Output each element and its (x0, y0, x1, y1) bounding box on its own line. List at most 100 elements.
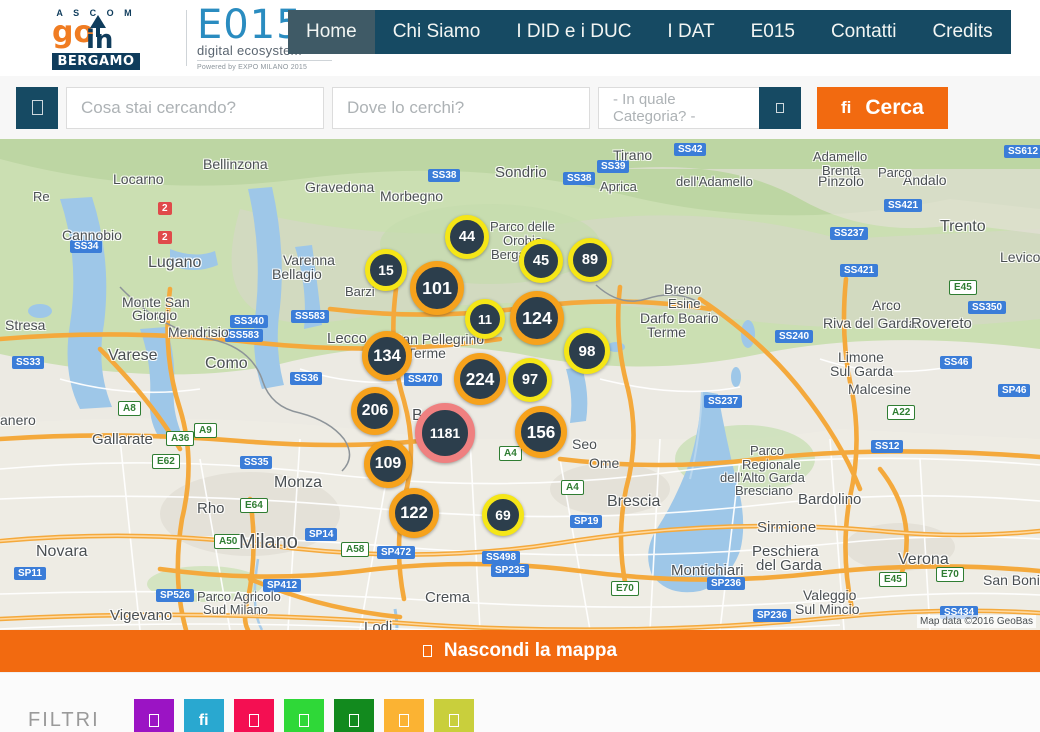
map-cluster-marker[interactable]: 1181 (415, 403, 475, 463)
hide-map-button[interactable]: Nascondi la mappa (0, 630, 1040, 672)
road-shield: E45 (879, 572, 907, 587)
road-shield: A9 (194, 423, 217, 438)
map-cluster-marker[interactable]: 69 (482, 494, 524, 536)
road-shield: A58 (341, 542, 370, 557)
map-cluster-marker[interactable]: 89 (568, 238, 612, 282)
filter-tofu-icon (298, 714, 309, 727)
road-shield: SP11 (14, 567, 46, 580)
nav-item-i-did-e-i-duc[interactable]: I DID e i DUC (498, 10, 649, 54)
filter-olive-button[interactable] (433, 698, 474, 732)
map-cluster-marker[interactable]: 11 (465, 299, 505, 339)
road-shield: SS612 (1004, 145, 1040, 158)
map-view[interactable]: SS612 SS42 SS38 SS38 SS39 SS421 SS237 SS421 E45 S… (0, 139, 1040, 630)
road-shield: SP526 (156, 589, 195, 602)
nav-item-credits[interactable]: Credits (914, 10, 1010, 54)
map-cluster-marker[interactable]: 45 (519, 239, 563, 283)
road-shield: SS583 (291, 310, 330, 323)
filters-title: FILTRI (28, 709, 100, 731)
search-category-select[interactable]: - In quale Categoria? - (598, 86, 759, 129)
road-shield: E70 (936, 567, 964, 582)
road-shield: SS583 (225, 329, 264, 342)
road-shield: A4 (499, 446, 522, 461)
map-cluster-marker[interactable]: 109 (364, 440, 412, 488)
nav-item-home[interactable]: Home (288, 10, 375, 54)
road-shield: SS42 (674, 143, 707, 156)
road-shield: SS240 (775, 330, 814, 343)
road-shield: SP236 (753, 609, 792, 622)
search-glyph-icon: fi (841, 97, 852, 117)
road-shield: SP14 (305, 528, 338, 541)
road-shield: SS350 (968, 301, 1007, 314)
filter-cyan-button[interactable]: fi (183, 698, 224, 732)
road-shield: E70 (611, 581, 639, 596)
search-bar: - In quale Categoria? - fi Cerca (0, 76, 1040, 139)
road-shield: SS36 (290, 372, 323, 385)
map-cluster-marker[interactable]: 224 (454, 353, 506, 405)
road-shield: A22 (887, 405, 916, 420)
map-cluster-marker[interactable]: 15 (365, 249, 407, 291)
filter-pink-button[interactable] (233, 698, 274, 732)
nav-item-e015[interactable]: E015 (733, 10, 813, 54)
map-cluster-marker[interactable]: 156 (515, 406, 567, 458)
map-cluster-marker[interactable]: 206 (351, 387, 399, 435)
nav-item-contatti[interactable]: Contatti (813, 10, 914, 54)
filter-darkgreen-button[interactable] (333, 698, 374, 732)
road-shield: SP472 (377, 546, 416, 559)
road-shield: SP235 (491, 564, 530, 577)
filter-purple-button[interactable] (133, 698, 174, 732)
map-cluster-marker[interactable]: 98 (564, 328, 610, 374)
road-shield: E62 (152, 454, 180, 469)
chevron-down-icon (776, 102, 784, 113)
filter-tofu-icon (148, 714, 159, 727)
map-cluster-marker[interactable]: 124 (510, 291, 564, 345)
goin-mark: go in (50, 15, 142, 55)
bergamo-label: BERGAMO (52, 53, 140, 70)
search-what-input[interactable] (66, 86, 324, 129)
search-category-dropdown-button[interactable] (759, 86, 801, 129)
map-cluster-marker[interactable]: 101 (410, 261, 464, 315)
logo-in-text: in (86, 25, 114, 55)
filters-bar: FILTRI fi (0, 672, 1040, 732)
map-cluster-marker[interactable]: 134 (362, 331, 412, 381)
menu-tofu-icon (31, 100, 43, 115)
search-submit-label: Cerca (865, 95, 924, 119)
road-shield: SP236 (707, 577, 746, 590)
road-shield: SS34 (70, 240, 103, 253)
road-shield: SP412 (263, 579, 302, 592)
road-shield: SP19 (570, 515, 603, 528)
page-header: A S C O M go in BERGAMO E015 digital eco… (0, 0, 1040, 76)
road-shield: SS237 (704, 395, 743, 408)
road-shield: 2 (158, 202, 172, 215)
search-submit-button[interactable]: fi Cerca (817, 86, 948, 129)
map-attribution: Map data ©2016 GeoBas (917, 615, 1036, 628)
road-shield: A36 (166, 431, 195, 446)
map-cluster-marker[interactable]: 97 (508, 358, 552, 402)
road-shield: SS33 (12, 356, 45, 369)
road-shield: A8 (118, 401, 141, 416)
map-cluster-marker[interactable]: 122 (389, 488, 439, 538)
logo-divider (186, 10, 187, 66)
search-where-input[interactable] (332, 86, 590, 129)
road-shield: SS421 (884, 199, 923, 212)
road-shield: SS12 (871, 440, 904, 453)
road-shield: SS421 (840, 264, 879, 277)
site-logo[interactable]: A S C O M go in BERGAMO E015 digital eco… (0, 0, 332, 71)
search-menu-button[interactable] (16, 86, 58, 129)
nav-item-chi-siamo[interactable]: Chi Siamo (375, 10, 499, 54)
hide-map-label: Nascondi la mappa (443, 640, 618, 661)
filter-lightgreen-button[interactable] (283, 698, 324, 732)
road-shield: SS46 (940, 356, 973, 369)
road-shield: SS35 (240, 456, 273, 469)
ascom-goin-bergamo-logo: A S C O M go in BERGAMO (16, 6, 176, 70)
filter-tofu-icon (348, 714, 359, 727)
map-cluster-marker[interactable]: 44 (445, 215, 489, 259)
filter-button-group: fi (133, 698, 484, 732)
filter-tofu-icon (398, 714, 409, 727)
e015-powered-by: Powered by EXPO MILANO 2015 (197, 64, 308, 71)
road-shield: 2 (158, 231, 172, 244)
nav-item-i-dat[interactable]: I DAT (649, 10, 732, 54)
filter-amber-button[interactable] (383, 698, 424, 732)
main-navigation: Home Chi Siamo I DID e i DUC I DAT E015 Conta… (288, 10, 1011, 54)
road-shield: A50 (214, 534, 243, 549)
road-shield: SS38 (563, 172, 596, 185)
